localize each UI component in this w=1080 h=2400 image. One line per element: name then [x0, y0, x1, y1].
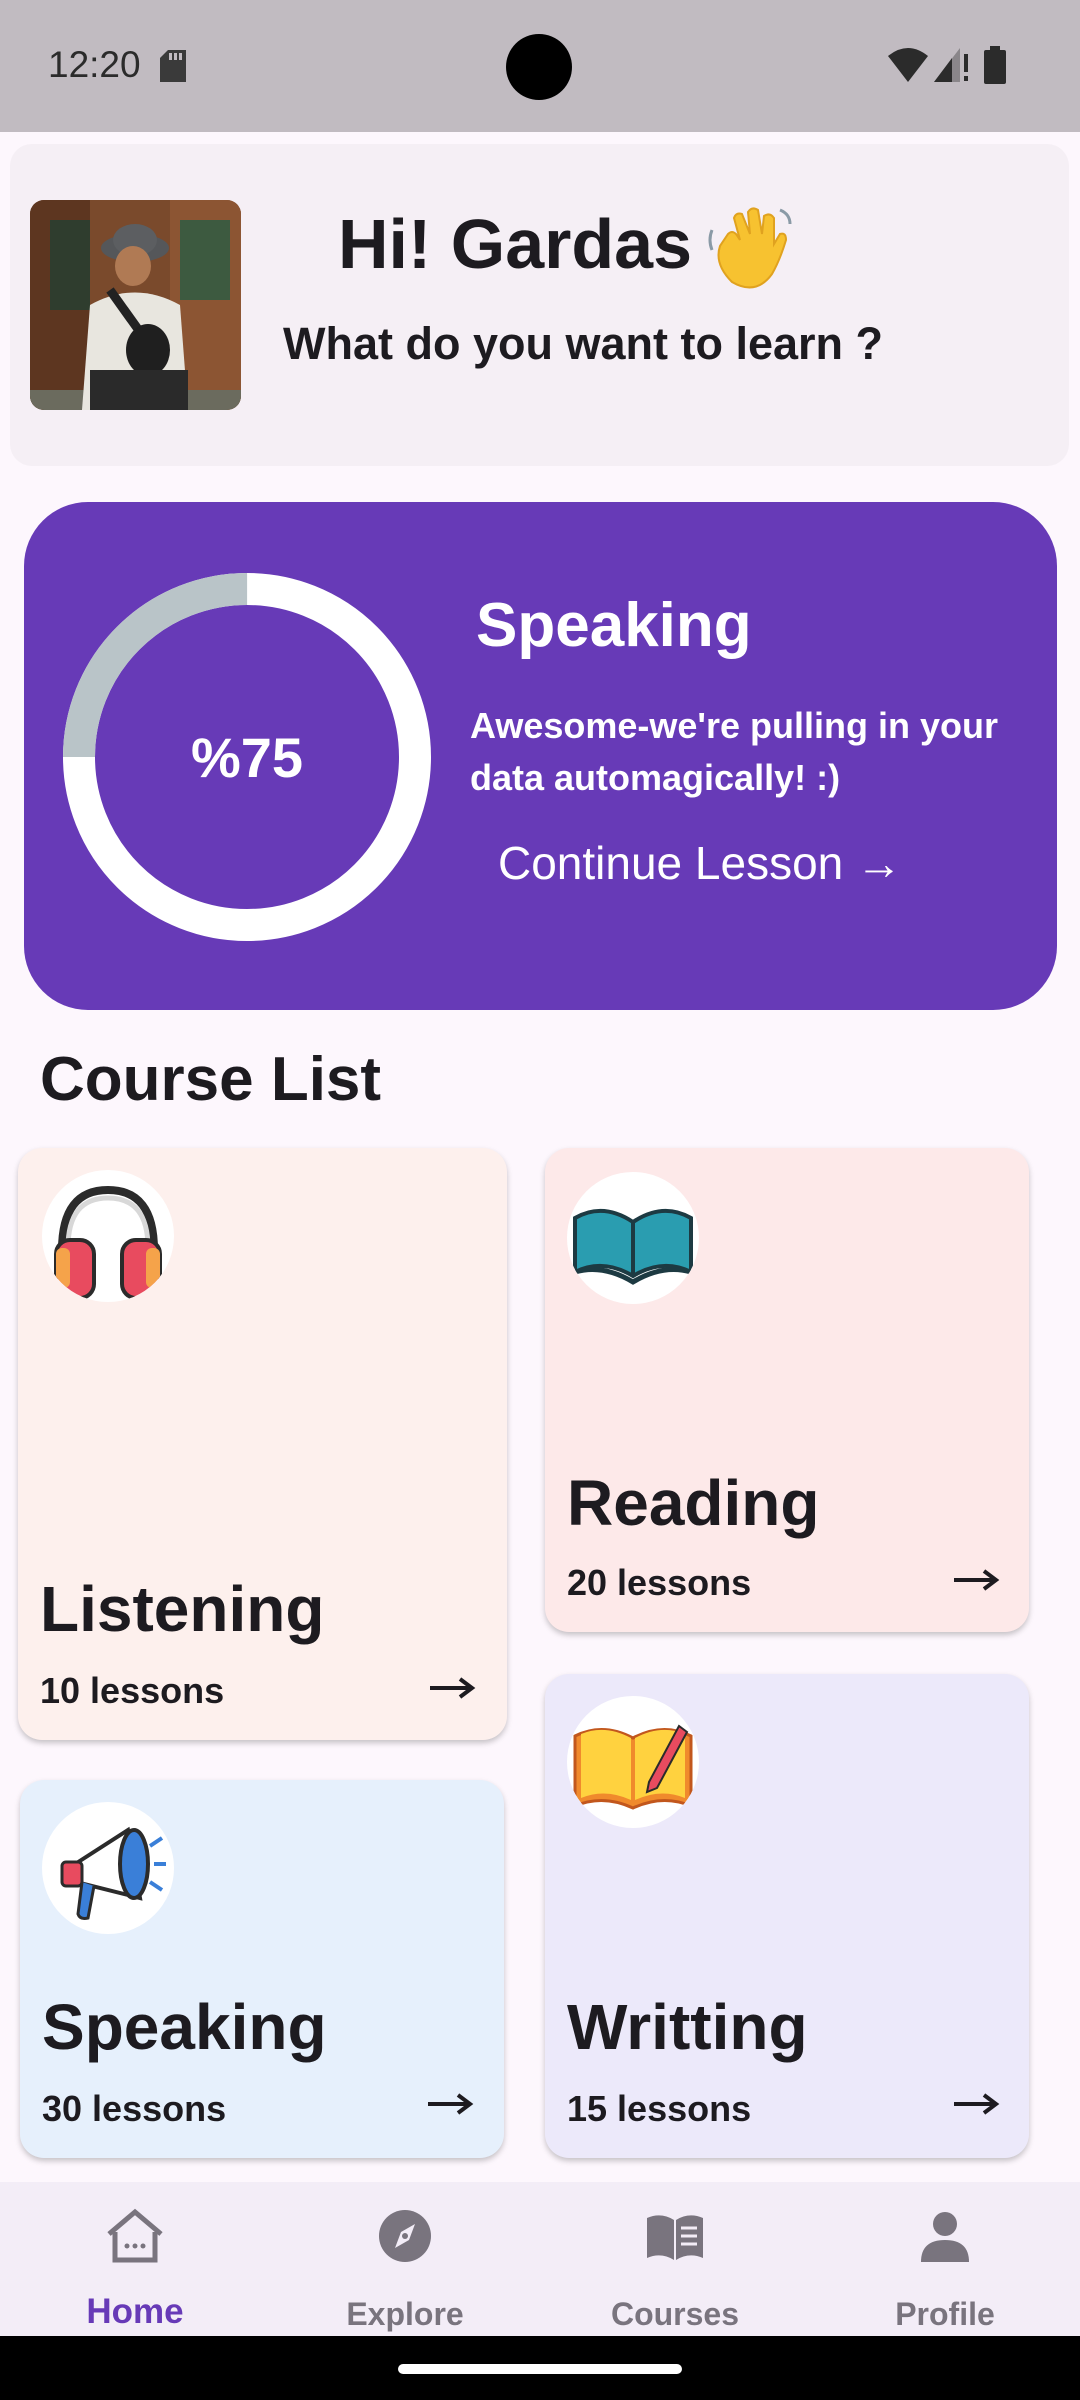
- progress-percent: %75: [190, 725, 304, 789]
- sd-card-icon: [160, 50, 186, 82]
- nav-item-home[interactable]: Home: [0, 2182, 270, 2336]
- home-icon: [107, 2208, 163, 2263]
- camera-cutout: [506, 34, 572, 100]
- open-book-icon: [567, 1172, 699, 1304]
- book-icon: [647, 2215, 703, 2260]
- nav-item-courses[interactable]: Courses: [540, 2182, 810, 2336]
- person-icon: [921, 2212, 969, 2262]
- course-lesson-count: 20 lessons: [567, 1562, 752, 1603]
- arrow-right-icon[interactable]: [954, 2092, 1000, 2116]
- status-time: 12:20: [48, 44, 141, 85]
- compass-icon: [379, 2210, 431, 2262]
- waving-hand-icon: [708, 207, 792, 289]
- headphones-icon: [42, 1170, 174, 1302]
- nav-item-profile[interactable]: Profile: [810, 2182, 1080, 2336]
- home-gesture-handle[interactable]: [398, 2364, 682, 2374]
- course-name: Listening: [40, 1573, 325, 1645]
- course-lesson-count: 15 lessons: [567, 2088, 752, 2129]
- arrow-right-icon[interactable]: [954, 1568, 1000, 1592]
- signal-icon: [934, 48, 968, 82]
- megaphone-icon: [42, 1802, 174, 1934]
- wifi-icon: [888, 48, 928, 82]
- course-lesson-count: 10 lessons: [40, 1670, 225, 1711]
- course-list-title: Course List: [40, 1045, 382, 1114]
- subtitle-text: What do you want to learn ?: [283, 318, 883, 369]
- progress-description: Awesome-we're pulling in your data autom…: [470, 705, 998, 798]
- course-name: Reading: [567, 1467, 820, 1539]
- nav-item-explore[interactable]: Explore: [270, 2182, 540, 2336]
- nav-label: Profile: [895, 2296, 995, 2332]
- course-lesson-count: 30 lessons: [42, 2088, 227, 2129]
- progress-title: Speaking: [476, 591, 752, 660]
- course-name: Writting: [567, 1991, 808, 2063]
- battery-icon: [984, 46, 1006, 84]
- arrow-right-icon[interactable]: [428, 2092, 474, 2116]
- writing-book-icon: [567, 1696, 699, 1828]
- avatar-photo: [30, 200, 241, 410]
- nav-label: Courses: [610, 2296, 740, 2332]
- nav-label: Home: [86, 2292, 184, 2331]
- arrow-right-icon[interactable]: [430, 1676, 476, 1700]
- avatar[interactable]: [30, 200, 241, 410]
- nav-label: Explore: [346, 2296, 464, 2332]
- continue-lesson-button[interactable]: Continue Lesson →: [498, 836, 902, 890]
- greeting-text: Hi! Gardas: [338, 205, 692, 283]
- course-name: Speaking: [42, 1991, 327, 2063]
